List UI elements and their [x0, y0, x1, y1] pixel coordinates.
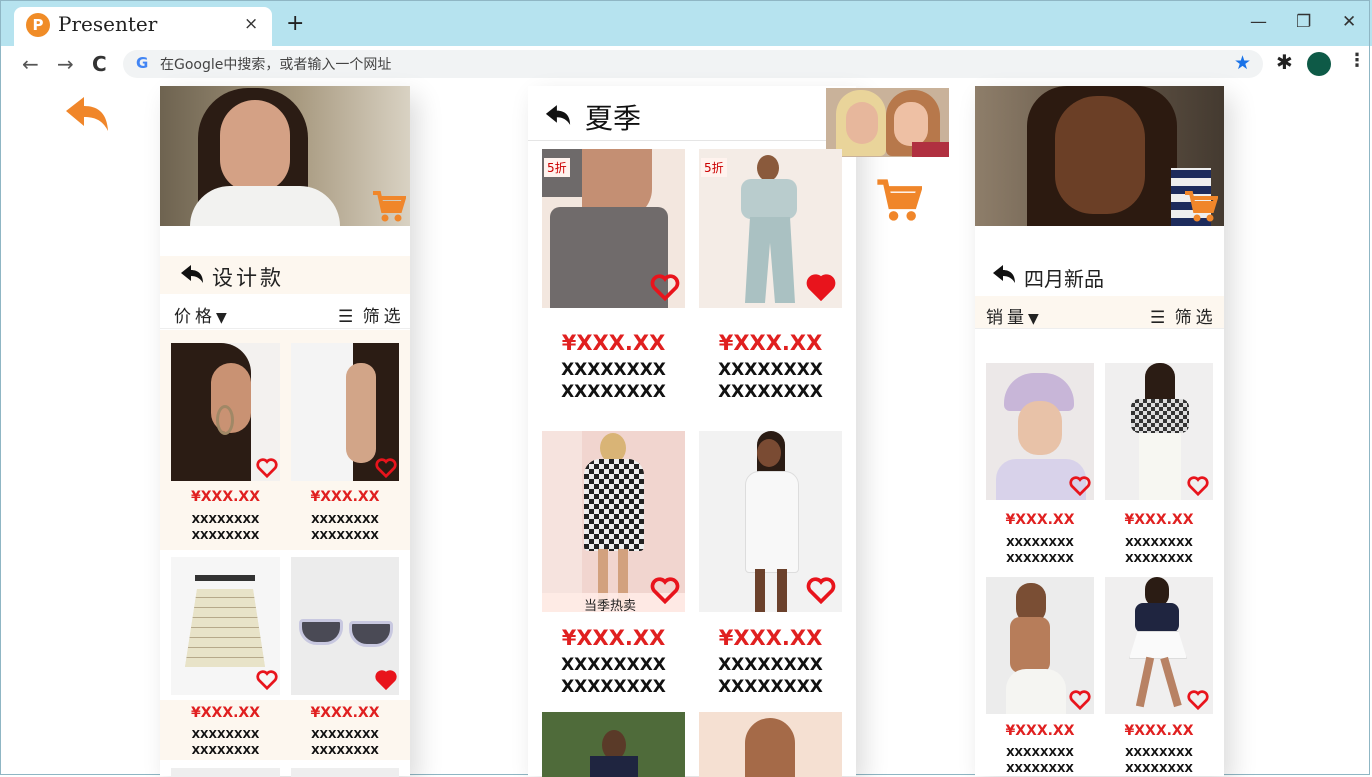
- middle-header-back-icon[interactable]: [544, 104, 572, 130]
- sales-sort-dropdown[interactable]: 销量▼: [986, 303, 1043, 328]
- heart-outline-icon[interactable]: [1187, 476, 1209, 500]
- product-price: ¥XXX.XX: [1005, 512, 1075, 528]
- product-name: XXXXXXXX: [1006, 762, 1074, 775]
- product-price: ¥XXX.XX: [310, 705, 380, 721]
- right-filter-button[interactable]: ☰ 筛选: [1150, 303, 1217, 328]
- price-sort-label: 价格: [174, 307, 216, 327]
- app-back-icon[interactable]: [64, 95, 110, 137]
- product-image-partial[interactable]: [542, 712, 685, 777]
- heart-outline-icon[interactable]: [256, 458, 278, 482]
- product-name: XXXXXXXX: [1006, 552, 1074, 565]
- hot-season-caption: 当季热卖: [584, 599, 637, 614]
- product-name: XXXXXXXX: [561, 382, 666, 402]
- caret-down-icon: ▼: [1028, 311, 1043, 327]
- product-price: ¥XXX.XX: [310, 489, 380, 505]
- product-price: ¥XXX.XX: [1005, 723, 1075, 739]
- product-name: XXXXXXXX: [561, 655, 666, 675]
- filter-icon: ☰: [1150, 308, 1166, 328]
- product-name: XXXXXXXX: [191, 513, 260, 526]
- caret-down-icon: ▼: [216, 310, 231, 326]
- heart-outline-icon[interactable]: [1069, 690, 1091, 714]
- discount-badge: 5折: [544, 158, 570, 177]
- product-name: XXXXXXXX: [311, 728, 379, 741]
- product-name: XXXXXXXX: [191, 744, 260, 757]
- left-filter-button[interactable]: ☰ 筛选: [338, 302, 405, 327]
- product-name: XXXXXXXX: [718, 655, 823, 675]
- left-header-title: 设计款: [212, 266, 284, 290]
- product-name: XXXXXXXX: [1006, 746, 1074, 759]
- product-price: ¥XXX.XX: [190, 705, 261, 721]
- product-name: XXXXXXXX: [561, 677, 666, 697]
- product-name: XXXXXXXX: [718, 677, 823, 697]
- friends-photo: [826, 88, 949, 157]
- product-name: XXXXXXXX: [1006, 536, 1074, 549]
- heart-outline-icon[interactable]: [806, 577, 836, 608]
- heart-filled-icon[interactable]: [806, 274, 836, 305]
- product-name: XXXXXXXX: [1125, 762, 1193, 775]
- heart-outline-icon[interactable]: [650, 274, 680, 305]
- left-cart-icon[interactable]: [372, 190, 407, 228]
- heart-filled-icon[interactable]: [375, 670, 397, 694]
- product-name: XXXXXXXX: [191, 728, 260, 741]
- heart-outline-icon[interactable]: [1187, 690, 1209, 714]
- product-image-partial: [291, 768, 399, 777]
- product-name: XXXXXXXX: [561, 360, 666, 380]
- product-price: ¥XXX.XX: [718, 331, 823, 355]
- product-price: ¥XXX.XX: [1124, 512, 1194, 528]
- heart-outline-icon[interactable]: [375, 458, 397, 482]
- middle-cart-icon[interactable]: [876, 178, 923, 228]
- product-name: XXXXXXXX: [1125, 746, 1193, 759]
- heart-outline-icon[interactable]: [256, 670, 278, 694]
- product-name: XXXXXXXX: [191, 529, 260, 542]
- product-price: ¥XXX.XX: [561, 626, 666, 650]
- right-cart-icon[interactable]: [1184, 190, 1219, 228]
- right-header-back-icon[interactable]: [992, 264, 1016, 288]
- middle-header-divider: [528, 140, 856, 141]
- heart-outline-icon[interactable]: [650, 577, 680, 608]
- discount-badge: 5折: [701, 158, 727, 177]
- product-name: XXXXXXXX: [311, 744, 379, 757]
- right-filter-label: 筛选: [1174, 308, 1217, 328]
- heart-outline-icon[interactable]: [1069, 476, 1091, 500]
- product-name: XXXXXXXX: [311, 513, 379, 526]
- product-name: XXXXXXXX: [311, 529, 379, 542]
- product-price: ¥XXX.XX: [561, 331, 666, 355]
- filter-icon: ☰: [338, 307, 354, 327]
- product-name: XXXXXXXX: [1125, 536, 1193, 549]
- right-header-title: 四月新品: [1024, 267, 1104, 291]
- product-name: XXXXXXXX: [718, 360, 823, 380]
- product-name: XXXXXXXX: [1125, 552, 1193, 565]
- product-name: XXXXXXXX: [718, 382, 823, 402]
- product-price: ¥XXX.XX: [718, 626, 823, 650]
- sales-sort-label: 销量: [986, 308, 1028, 328]
- product-price: ¥XXX.XX: [1124, 723, 1194, 739]
- price-sort-dropdown[interactable]: 价格▼: [174, 302, 231, 327]
- left-header-back-icon[interactable]: [180, 264, 204, 288]
- product-image-partial[interactable]: [699, 712, 842, 777]
- product-image-partial: [171, 768, 280, 777]
- middle-header-title: 夏季: [585, 102, 642, 135]
- left-filter-label: 筛选: [362, 307, 405, 327]
- product-price: ¥XXX.XX: [190, 489, 261, 505]
